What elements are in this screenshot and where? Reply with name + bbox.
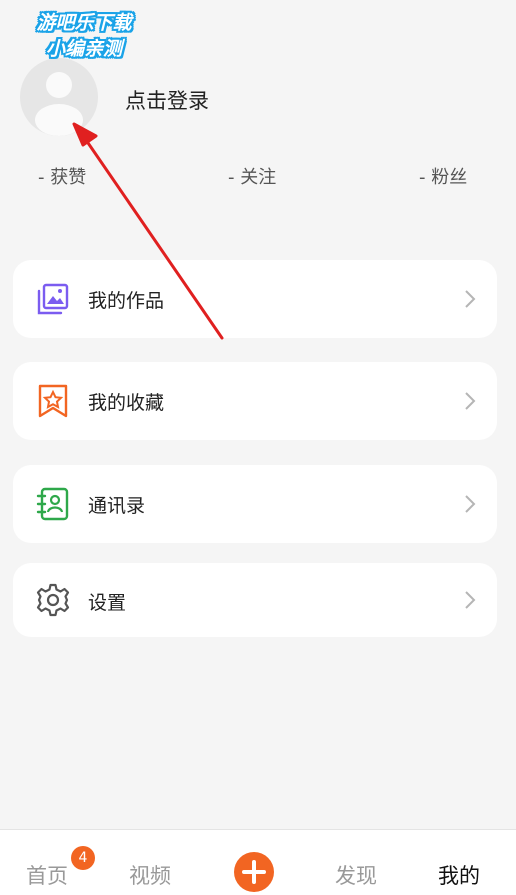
contacts-book-icon xyxy=(36,487,69,521)
plus-icon xyxy=(242,860,266,884)
default-avatar-icon xyxy=(35,72,83,136)
publish-button[interactable] xyxy=(234,852,274,892)
tab-mine[interactable]: 我的 xyxy=(438,860,480,890)
gallery-icon xyxy=(37,283,69,315)
menu-my-works[interactable]: 我的作品 xyxy=(13,260,497,338)
menu-settings-label: 设置 xyxy=(88,592,127,614)
avatar[interactable] xyxy=(20,58,98,136)
notification-badge: 4 xyxy=(71,846,95,870)
stats-row: - 获赞 - 关注 - 粉丝 xyxy=(0,163,516,189)
watermark-line-2: 小编亲测 xyxy=(45,38,122,60)
menu-my-favorites[interactable]: 我的收藏 xyxy=(13,362,497,440)
watermark: 游吧乐下载 小编亲测 xyxy=(14,10,154,62)
gear-icon xyxy=(36,583,70,617)
menu-contacts[interactable]: 通讯录 xyxy=(13,465,497,543)
menu-settings[interactable]: 设置 xyxy=(13,563,497,637)
chevron-right-icon xyxy=(465,392,476,410)
profile-header[interactable]: 点击登录 xyxy=(20,58,500,138)
bottom-tab-bar: 首页 4 视频 发现 我的 xyxy=(0,829,516,895)
menu-contacts-label: 通讯录 xyxy=(88,495,146,517)
menu-my-works-label: 我的作品 xyxy=(88,290,165,312)
followers-stat[interactable]: - 粉丝 xyxy=(419,163,467,189)
tab-home[interactable]: 首页 xyxy=(26,860,68,890)
tab-video[interactable]: 视频 xyxy=(129,860,171,890)
tab-discover[interactable]: 发现 xyxy=(335,860,377,890)
watermark-line-1: 游吧乐下载 xyxy=(36,12,132,34)
likes-stat[interactable]: - 获赞 xyxy=(38,163,86,189)
login-prompt[interactable]: 点击登录 xyxy=(125,85,209,115)
favorite-star-icon xyxy=(38,384,68,418)
following-stat[interactable]: - 关注 xyxy=(228,163,276,189)
menu-my-favorites-label: 我的收藏 xyxy=(88,392,165,414)
chevron-right-icon xyxy=(465,591,476,609)
chevron-right-icon xyxy=(465,495,476,513)
chevron-right-icon xyxy=(465,290,476,308)
